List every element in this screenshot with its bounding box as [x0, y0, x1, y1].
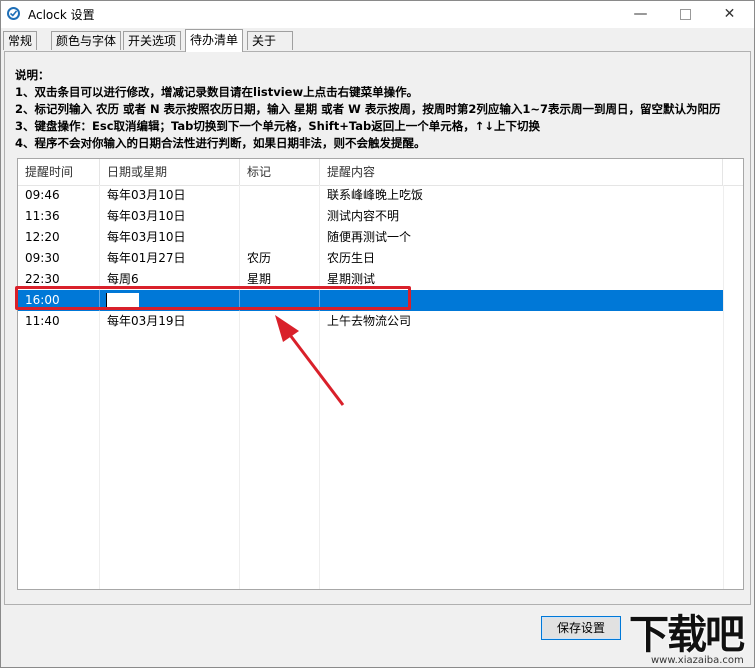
watermark-text: 下载吧 — [629, 612, 745, 658]
annotation-arrow-icon — [275, 315, 345, 406]
watermark-logo: 下载吧 www.xiazaiba.com — [629, 613, 753, 667]
watermark-url: www.xiazaiba.com — [651, 655, 744, 666]
settings-window: Aclock 设置 — ✕ 常规 颜色与字体 开关选项 待办清单 关于 说明： … — [0, 0, 755, 668]
